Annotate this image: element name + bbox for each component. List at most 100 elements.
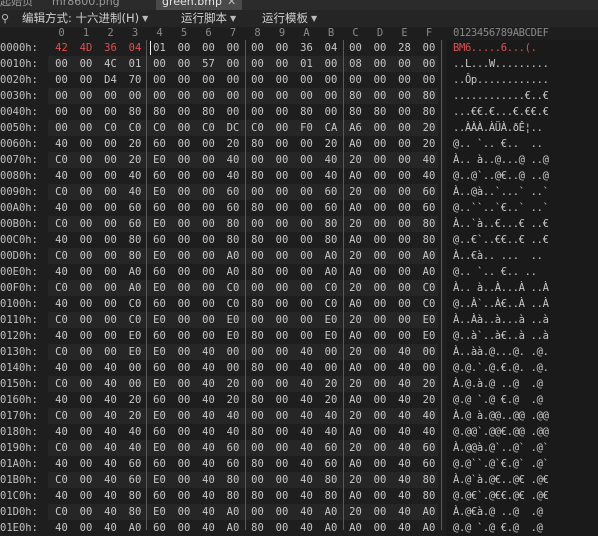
hex-byte[interactable]: 40 (98, 408, 123, 424)
hex-byte[interactable]: D4 (98, 72, 123, 88)
ascii-text[interactable]: @.. `.. €.. .. (453, 264, 593, 280)
run-script-dropdown[interactable]: 运行脚本 ▼ (181, 10, 236, 27)
hex-byte[interactable]: 00 (49, 120, 74, 136)
hex-byte[interactable]: 00 (172, 184, 197, 200)
hex-byte[interactable]: 80 (343, 104, 368, 120)
hex-byte[interactable]: 00 (392, 280, 417, 296)
hex-byte[interactable]: 40 (49, 488, 74, 504)
hex-byte[interactable]: 40 (196, 472, 221, 488)
hex-byte[interactable]: 00 (392, 248, 417, 264)
hex-row[interactable]: 00B0h: C0 00 00 60 E0 00 00 80 00 00 00 80 20 00 00 80 À.… (0, 216, 598, 232)
ascii-text[interactable]: @.. `.. €.. .. (453, 136, 593, 152)
hex-byte[interactable]: 00 (98, 312, 123, 328)
hex-byte[interactable]: 00 (368, 296, 393, 312)
hex-byte[interactable]: 00 (368, 136, 393, 152)
hex-byte[interactable]: 00 (270, 216, 295, 232)
hex-byte[interactable]: 00 (368, 376, 393, 392)
hex-byte[interactable]: 40 (49, 168, 74, 184)
hex-byte[interactable]: 40 (196, 408, 221, 424)
hex-byte[interactable]: 40 (319, 424, 344, 440)
hex-byte[interactable]: 20 (343, 472, 368, 488)
ascii-text[interactable]: @..€`..€€..€ ..€ (453, 232, 593, 248)
hex-byte[interactable]: 00 (196, 152, 221, 168)
hex-byte[interactable]: 40 (49, 200, 74, 216)
hex-byte[interactable]: 00 (74, 520, 99, 536)
hex-byte[interactable]: 00 (417, 56, 442, 72)
hex-byte[interactable]: C0 (147, 120, 172, 136)
hex-row[interactable]: 0040h: 00 00 00 80 80 00 80 00 00 00 80 00 80 80 00 80..… (0, 104, 598, 120)
hex-byte[interactable]: 40 (98, 376, 123, 392)
hex-byte[interactable]: 00 (245, 472, 270, 488)
hex-byte[interactable]: 00 (294, 280, 319, 296)
ascii-text[interactable]: @..@`..@€..@ ..@ (453, 168, 593, 184)
ascii-text[interactable]: À.. à..À...À ..À (453, 280, 593, 296)
hex-byte[interactable]: 00 (392, 104, 417, 120)
hex-byte[interactable]: 00 (368, 344, 393, 360)
hex-byte[interactable]: E0 (147, 280, 172, 296)
hex-byte[interactable]: 00 (368, 88, 393, 104)
hex-byte[interactable]: 80 (245, 424, 270, 440)
hex-byte[interactable]: 20 (319, 392, 344, 408)
hex-byte[interactable]: 04 (319, 40, 344, 56)
hex-byte[interactable]: 36 (98, 40, 123, 56)
hex-byte[interactable]: 42 (49, 40, 74, 56)
hex-byte[interactable]: 00 (98, 248, 123, 264)
hex-byte[interactable]: 80 (245, 200, 270, 216)
hex-byte[interactable]: 60 (123, 216, 148, 232)
hex-byte[interactable]: 01 (294, 56, 319, 72)
hex-byte[interactable]: 00 (98, 328, 123, 344)
hex-byte[interactable]: C0 (123, 120, 148, 136)
hex-byte[interactable]: 40 (98, 520, 123, 536)
hex-byte[interactable]: 00 (245, 104, 270, 120)
hex-byte[interactable]: 00 (74, 504, 99, 520)
hex-byte[interactable]: A0 (221, 248, 246, 264)
hex-byte[interactable]: 00 (270, 184, 295, 200)
hex-byte[interactable]: 40 (196, 344, 221, 360)
hex-byte[interactable]: C0 (319, 296, 344, 312)
hex-byte[interactable]: 40 (392, 360, 417, 376)
hex-byte[interactable]: 00 (294, 296, 319, 312)
hex-byte[interactable]: E0 (147, 344, 172, 360)
hex-byte[interactable]: 40 (98, 504, 123, 520)
hex-byte[interactable]: 00 (172, 408, 197, 424)
hex-byte[interactable]: 00 (392, 328, 417, 344)
hex-byte[interactable]: 00 (270, 360, 295, 376)
hex-row[interactable]: 00C0h: 40 00 00 80 60 00 00 80 80 00 00 80 A0 00 00 80 @.… (0, 232, 598, 248)
hex-byte[interactable]: 00 (98, 168, 123, 184)
hex-row[interactable]: 01C0h: 40 00 40 80 60 00 40 80 80 00 40 80 A0 00 40 80 @.… (0, 488, 598, 504)
hex-byte[interactable]: 40 (392, 472, 417, 488)
hex-byte[interactable]: 20 (343, 184, 368, 200)
hex-row[interactable]: 0140h: 40 00 40 00 60 00 40 00 80 00 40 00 A0 00 40 00 @.… (0, 360, 598, 376)
ascii-text[interactable]: @.@€`.@€€.@€ .@€ (453, 488, 593, 504)
hex-byte[interactable]: 60 (221, 184, 246, 200)
hex-byte[interactable]: 00 (74, 104, 99, 120)
ascii-text[interactable]: ..L...W......... (453, 56, 593, 72)
hex-byte[interactable]: 70 (123, 72, 148, 88)
hex-byte[interactable]: 40 (196, 376, 221, 392)
hex-byte[interactable]: 00 (294, 72, 319, 88)
hex-byte[interactable]: 00 (98, 104, 123, 120)
hex-byte[interactable]: 00 (74, 136, 99, 152)
hex-byte[interactable]: 20 (417, 120, 442, 136)
hex-byte[interactable]: 00 (368, 440, 393, 456)
hex-byte[interactable]: 00 (270, 232, 295, 248)
hex-row[interactable]: 0090h: C0 00 00 40 E0 00 00 60 00 00 00 60 20 00 00 60 À.… (0, 184, 598, 200)
hex-byte[interactable]: 80 (417, 88, 442, 104)
hex-byte[interactable]: 80 (245, 264, 270, 280)
hex-byte[interactable]: 00 (74, 248, 99, 264)
hex-byte[interactable]: C0 (123, 312, 148, 328)
hex-byte[interactable]: 00 (294, 184, 319, 200)
hex-byte[interactable]: 60 (417, 440, 442, 456)
hex-byte[interactable]: 00 (196, 168, 221, 184)
hex-byte[interactable]: 00 (98, 184, 123, 200)
hex-byte[interactable]: 00 (147, 88, 172, 104)
hex-byte[interactable]: 00 (245, 344, 270, 360)
hex-byte[interactable]: 00 (172, 216, 197, 232)
hex-byte[interactable]: E0 (147, 248, 172, 264)
hex-byte[interactable]: E0 (221, 312, 246, 328)
hex-byte[interactable]: 00 (319, 88, 344, 104)
hex-byte[interactable]: C0 (49, 504, 74, 520)
hex-byte[interactable]: 00 (368, 184, 393, 200)
hex-byte[interactable]: 00 (392, 232, 417, 248)
hex-byte[interactable]: 00 (221, 72, 246, 88)
